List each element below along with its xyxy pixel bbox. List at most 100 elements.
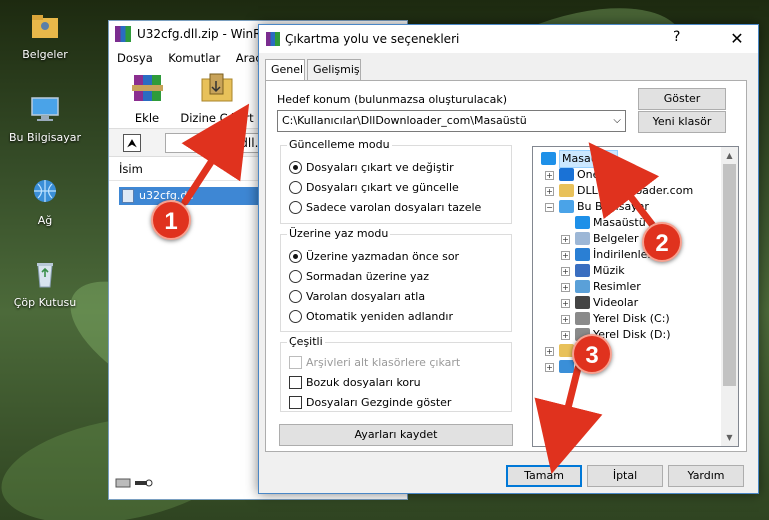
desktop-icon-label: Çöp Kutusu	[13, 296, 77, 309]
chevron-down-icon[interactable]: ⌵	[613, 111, 621, 131]
checkbox-icon	[289, 396, 302, 409]
drive-icon	[575, 312, 590, 325]
expand-icon[interactable]: +	[561, 299, 570, 308]
expand-icon[interactable]: +	[561, 331, 570, 340]
user-folder-icon	[559, 184, 574, 197]
music-icon	[575, 264, 590, 277]
update-mode-title: Güncelleme modu	[287, 138, 392, 151]
destination-path-combo[interactable]: C:\Kullanıcılar\DllDownloader_com\Masaüs…	[277, 110, 626, 132]
option-skip-existing[interactable]: Varolan dosyaları atla	[289, 290, 425, 304]
desktop-icon-this-pc[interactable]: Bu Bilgisayar	[0, 93, 90, 144]
extract-to-label: Dizine Çıkart	[180, 111, 254, 125]
radio-icon	[289, 310, 302, 323]
radio-selected-icon	[289, 250, 302, 263]
option-auto-rename[interactable]: Otomatik yeniden adlandır	[289, 310, 453, 324]
checkbox-extract-to-subfolders: Arşivleri alt klasörlere çıkart	[289, 356, 460, 370]
destination-path-text: C:\Kullanıcılar\DllDownloader_com\Masaüs…	[282, 114, 527, 127]
documents-icon	[575, 232, 590, 245]
folder-tree[interactable]: ▲ ▼ Masaüstü + OneDr + DLL Downloader.com − Bu…	[532, 146, 739, 447]
tree-node-label: OneDr	[577, 168, 613, 181]
general-tab-panel: Hedef konum (bulunmazsa oluşturulacak) C…	[265, 80, 747, 452]
tree-node-label: Videolar	[593, 296, 639, 309]
menu-commands[interactable]: Komutlar	[168, 51, 220, 65]
help-icon[interactable]: ?	[673, 29, 680, 45]
computer-icon	[559, 200, 574, 213]
expand-icon[interactable]: +	[561, 251, 570, 260]
recycle-bin-icon	[37, 263, 53, 288]
desktop-icon-documents[interactable]: Belgeler	[0, 10, 90, 61]
option-label: Sadece varolan dosyaları tazele	[306, 201, 482, 214]
expand-icon[interactable]: +	[561, 267, 570, 276]
desktop-icon-recycle-bin[interactable]: Çöp Kutusu	[0, 258, 90, 309]
option-label: Arşivleri alt klasörlere çıkart	[306, 356, 461, 369]
tab-general[interactable]: Genel	[265, 59, 305, 82]
scroll-down-arrow[interactable]: ▼	[721, 433, 738, 442]
cancel-button[interactable]: İptal	[587, 465, 663, 487]
menu-file[interactable]: Dosya	[117, 51, 153, 65]
show-button[interactable]: Göster	[638, 88, 726, 110]
winrar-app-icon	[115, 26, 131, 42]
checkbox-icon	[289, 356, 302, 369]
option-extract-replace[interactable]: Dosyaları çıkart ve değiştir	[289, 161, 454, 175]
misc-group: Çeşitli Arşivleri alt klasörlere çıkart …	[280, 335, 512, 412]
extract-to-button[interactable]: Dizine Çıkart	[179, 71, 255, 125]
expand-icon[interactable]: +	[545, 187, 554, 196]
option-extract-update[interactable]: Dosyaları çıkart ve güncelle	[289, 181, 459, 195]
checkbox-show-in-explorer[interactable]: Dosyaları Gezginde göster	[289, 396, 451, 410]
desktop-icon	[541, 152, 556, 165]
expand-icon[interactable]: +	[561, 315, 570, 324]
network-icon	[559, 360, 574, 373]
desktop-icon-label: Bu Bilgisayar	[9, 131, 81, 144]
option-freshen-existing[interactable]: Sadece varolan dosyaları tazele	[289, 201, 481, 215]
close-icon[interactable]: ✕	[714, 25, 760, 53]
tree-node-label: Müzik	[593, 264, 625, 277]
option-label: Üzerine yazmadan önce sor	[306, 250, 460, 263]
destination-label: Hedef konum (bulunmazsa oluşturulacak)	[277, 93, 507, 106]
overwrite-mode-group: Üzerine yaz modu Üzerine yazmadan önce s…	[280, 227, 512, 332]
checkbox-icon	[289, 376, 302, 389]
tree-scrollbar[interactable]: ▲ ▼	[721, 147, 738, 446]
pictures-icon	[575, 280, 590, 293]
desktop-icon-label: Belgeler	[22, 48, 68, 61]
tree-node-label: DLL Downloader.com	[577, 184, 694, 197]
file-icon	[122, 189, 134, 203]
radio-selected-icon	[289, 161, 302, 174]
status-drive-key-icon	[115, 478, 153, 488]
radio-icon	[289, 290, 302, 303]
add-button[interactable]: Ekle	[123, 71, 171, 125]
help-button[interactable]: Yardım	[668, 465, 744, 487]
tree-node-label: Masaüstü	[593, 216, 646, 229]
desktop-icon-network[interactable]: Ağ	[0, 176, 90, 227]
option-ask-before-overwrite[interactable]: Üzerine yazmadan önce sor	[289, 250, 459, 264]
collapse-icon[interactable]: −	[545, 203, 554, 212]
tab-advanced[interactable]: Gelişmiş	[307, 59, 361, 80]
new-folder-button[interactable]: Yeni klasör	[638, 111, 726, 133]
expand-icon[interactable]: +	[545, 347, 554, 356]
winrar-app-icon	[266, 32, 280, 46]
up-folder-button[interactable]: ⮝	[123, 134, 141, 152]
option-label: Dosyaları Gezginde göster	[306, 396, 452, 409]
folder-user-icon	[32, 15, 58, 38]
option-overwrite-without-prompt[interactable]: Sormadan üzerine yaz	[289, 270, 429, 284]
tree-node-label: Yerel Disk (C:)	[593, 312, 670, 325]
expand-icon[interactable]: +	[561, 283, 570, 292]
expand-icon[interactable]: +	[545, 171, 554, 180]
expand-icon[interactable]: +	[561, 235, 570, 244]
option-label: Sormadan üzerine yaz	[306, 270, 430, 283]
scroll-up-arrow[interactable]: ▲	[721, 151, 738, 160]
checkbox-keep-broken-files[interactable]: Bozuk dosyaları koru	[289, 376, 421, 390]
downloads-icon	[575, 248, 590, 261]
callout-step-2: 2	[642, 222, 682, 262]
videos-icon	[575, 296, 590, 309]
archive-books-icon	[132, 75, 163, 101]
save-settings-button[interactable]: Ayarları kaydet	[279, 424, 513, 446]
option-label: Varolan dosyaları atla	[306, 290, 426, 303]
file-row-selected[interactable]: u32cfg.dll	[119, 187, 259, 205]
ok-button[interactable]: Tamam	[506, 465, 582, 487]
scroll-thumb[interactable]	[723, 164, 736, 386]
tree-node-label: Bu Bilgisayar	[577, 200, 649, 213]
radio-icon	[289, 181, 302, 194]
callout-step-3: 3	[572, 334, 612, 374]
radio-icon	[289, 201, 302, 214]
expand-icon[interactable]: +	[545, 363, 554, 372]
